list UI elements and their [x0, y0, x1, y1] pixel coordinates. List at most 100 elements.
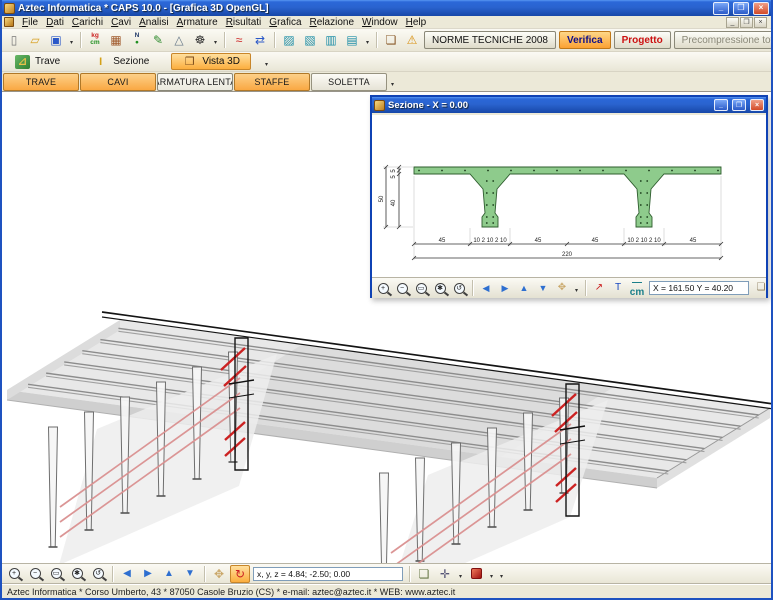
inviluppi-hatch-icon[interactable]: ▤: [342, 31, 362, 49]
precompressione-button[interactable]: Precompressione totale: [674, 31, 773, 49]
prism-icon[interactable]: △: [169, 31, 189, 49]
sezione-maximize-button[interactable]: ❐: [732, 99, 746, 111]
zoom-previous-icon[interactable]: ↺: [88, 565, 108, 583]
results-group-overflow[interactable]: ▾: [363, 31, 372, 49]
menu-cavi[interactable]: Cavi: [107, 17, 135, 28]
sezione-drawing-area[interactable]: 45 10 2 10 2 10 45 45 10 2 10 2 10 45 22…: [372, 115, 766, 278]
menu-bar: FileDatiCarichiCaviAnalisiArmatureRisult…: [2, 16, 771, 29]
tab-armatura-lenta[interactable]: ARMATURA LENTA: [157, 73, 233, 91]
render-color-icon[interactable]: [466, 565, 486, 583]
page-icon[interactable]: ❏: [752, 280, 770, 296]
zoom-window-icon[interactable]: ▭: [412, 280, 430, 296]
tab-soletta[interactable]: SOLETTA: [311, 73, 387, 91]
menu-help[interactable]: Help: [402, 17, 431, 28]
bottombar-overflow[interactable]: ▾: [497, 565, 506, 583]
hand-pan-icon[interactable]: ✥: [209, 565, 229, 583]
menu-window[interactable]: Window: [358, 17, 402, 28]
zoom-extents-icon[interactable]: ✱: [431, 280, 449, 296]
moment-diagram-icon[interactable]: ≈: [229, 31, 249, 49]
menu-file[interactable]: File: [18, 17, 42, 28]
open-folder-icon[interactable]: ▱: [25, 31, 45, 49]
materials-icon[interactable]: ▦: [106, 31, 126, 49]
section-arrows-icon[interactable]: ⇄: [250, 31, 270, 49]
minimize-button[interactable]: _: [713, 2, 729, 15]
axes-icon[interactable]: ✛: [435, 565, 455, 583]
zoom-in-icon[interactable]: +: [4, 565, 24, 583]
zoom-out-icon[interactable]: −: [25, 565, 45, 583]
zoom-out-icon[interactable]: −: [393, 280, 411, 296]
magnifier-glass: ↺: [93, 568, 104, 579]
file-group-overflow[interactable]: ▾: [67, 31, 76, 49]
pan-down-icon[interactable]: ▼: [534, 280, 552, 296]
vista-3d-button[interactable]: ❒Vista 3D: [171, 53, 251, 70]
magnifier-glass: −: [397, 283, 408, 294]
color-overflow[interactable]: ▾: [487, 565, 496, 583]
verifica-button[interactable]: Verifica: [559, 31, 611, 49]
verifiche-hatch-icon[interactable]: ▨: [279, 31, 299, 49]
units-icon[interactable]: kgcm: [85, 31, 105, 49]
tabs-overflow[interactable]: ▾: [388, 73, 397, 91]
magnifier-glass: ✱: [435, 283, 446, 294]
menu-risultati[interactable]: Risultati: [222, 17, 266, 28]
sezione-close-button[interactable]: ×: [750, 99, 764, 111]
pan-right-icon[interactable]: ▶: [138, 565, 158, 583]
zoom-previous-icon[interactable]: ↺: [450, 280, 468, 296]
menu-dati[interactable]: Dati: [42, 17, 68, 28]
hand-pan-icon[interactable]: ✥: [553, 280, 571, 296]
menu-analisi[interactable]: Analisi: [135, 17, 172, 28]
orbit-icon[interactable]: ↻: [230, 565, 250, 583]
sezione-minimize-button[interactable]: _: [714, 99, 728, 111]
mdi-restore-button[interactable]: ❐: [740, 17, 753, 28]
pan-left-icon[interactable]: ◀: [477, 280, 495, 296]
sheet-export-icon[interactable]: ❏: [414, 565, 434, 583]
close-button[interactable]: ×: [753, 2, 769, 15]
diagrammi-hatch-icon[interactable]: ▥: [321, 31, 341, 49]
warning-icon[interactable]: ⚠: [402, 31, 422, 49]
pan-up-icon[interactable]: ▲: [515, 280, 533, 296]
sep: [373, 31, 380, 49]
menu-grafica[interactable]: Grafica: [265, 17, 305, 28]
menu-armature[interactable]: Armature: [173, 17, 222, 28]
sez-nav-overflow[interactable]: ▾: [572, 279, 581, 297]
pan-left-icon[interactable]: ◀: [117, 565, 137, 583]
mdi-close-button[interactable]: ×: [754, 17, 767, 28]
text-tool-icon[interactable]: T: [609, 280, 627, 296]
norme-tecniche-button[interactable]: NORME TECNICHE 2008: [424, 31, 556, 49]
pan-down-icon[interactable]: ▼: [180, 565, 200, 583]
trave-icon: ⊿: [15, 55, 30, 69]
3d-viewport[interactable]: Sezione - X = 0.00 _ ❐ ×: [2, 92, 771, 563]
sezione-button[interactable]: ISezione: [82, 53, 160, 70]
view-toolbar: ⊿Trave ISezione ❒Vista 3D ▾: [2, 52, 771, 72]
toolbar2-overflow[interactable]: ▾: [262, 53, 271, 71]
options-wheel-icon[interactable]: ☸: [190, 31, 210, 49]
measure-icon[interactable]: ↗: [590, 280, 608, 296]
zoom-window-icon[interactable]: ▭: [46, 565, 66, 583]
mdi-minimize-button[interactable]: _: [726, 17, 739, 28]
title-bar: Aztec Informatica * CAPS 10.0 - [Grafica…: [2, 0, 771, 16]
zoom-extents-icon[interactable]: ✱: [67, 565, 87, 583]
tab-staffe[interactable]: STAFFE: [234, 73, 310, 91]
data-group-overflow[interactable]: ▾: [211, 31, 220, 49]
save-icon[interactable]: ▣: [46, 31, 66, 49]
edit-pencil-icon[interactable]: ✎: [148, 31, 168, 49]
report-icon[interactable]: ❏: [381, 31, 401, 49]
sep: [271, 31, 278, 49]
tab-cavi[interactable]: CAVI: [80, 73, 156, 91]
pan-up-icon[interactable]: ▲: [159, 565, 179, 583]
tab-trave[interactable]: TRAVE: [3, 73, 79, 91]
new-document-icon[interactable]: ▯: [4, 31, 24, 49]
pan-right-icon[interactable]: ▶: [496, 280, 514, 296]
magnifier-glass: ✱: [72, 568, 83, 579]
menu-relazione[interactable]: Relazione: [306, 17, 359, 28]
restore-button[interactable]: ❐: [733, 2, 749, 15]
trave-button[interactable]: ⊿Trave: [4, 53, 71, 70]
menu-carichi[interactable]: Carichi: [68, 17, 107, 28]
progetto-button[interactable]: Progetto: [614, 31, 671, 49]
zoom-in-icon[interactable]: +: [374, 280, 392, 296]
units-cm-icon[interactable]: —cm: [628, 280, 646, 296]
sezione-icon: I: [93, 55, 108, 69]
sezione-window[interactable]: Sezione - X = 0.00 _ ❐ ×: [370, 95, 768, 298]
axes-overflow[interactable]: ▾: [456, 565, 465, 583]
armature-hatch-icon[interactable]: ▧: [300, 31, 320, 49]
loads-icon[interactable]: N●: [127, 31, 147, 49]
